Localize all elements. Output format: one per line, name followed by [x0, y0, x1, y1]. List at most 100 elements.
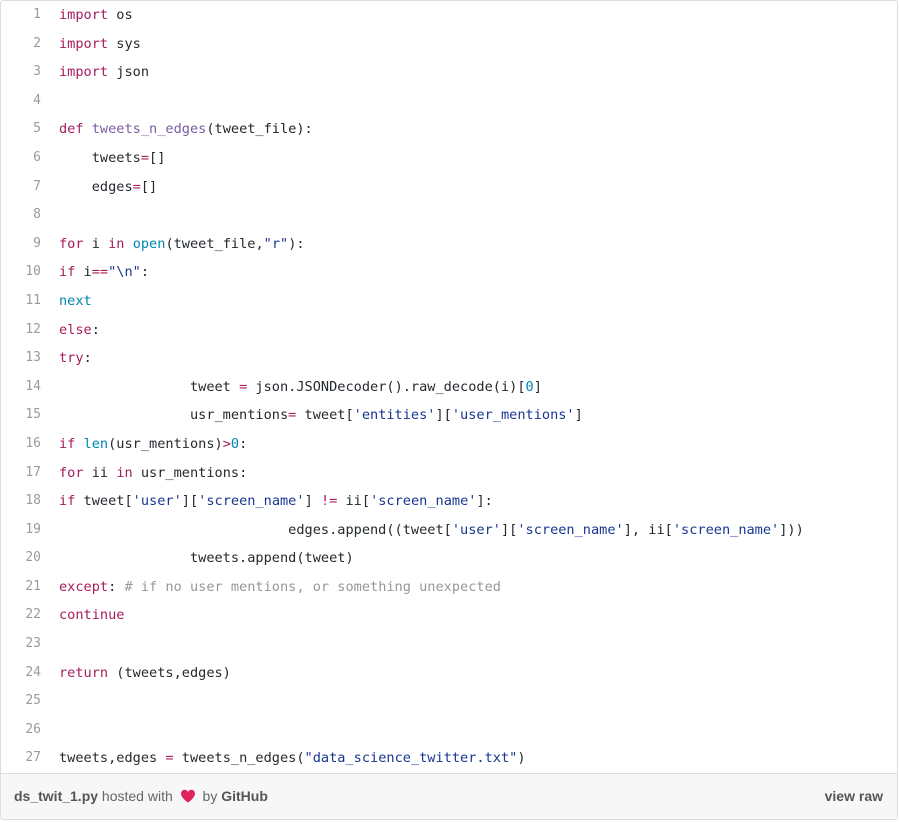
github-link[interactable]: GitHub: [221, 788, 268, 804]
line-number[interactable]: 19: [1, 516, 41, 545]
code-token: i: [83, 235, 109, 252]
view-raw-link[interactable]: view raw: [825, 774, 883, 819]
code-token: len: [83, 435, 109, 452]
code-token: ])): [779, 521, 804, 538]
code-token: ], ii[: [623, 521, 673, 538]
code-line: 9 for i in open(tweet_file,"r"):: [1, 230, 897, 259]
code-token: tweets,edges: [59, 750, 166, 767]
gist-embed: 1 import os 2 import sys 3 import json 4 5 def t…: [0, 0, 898, 820]
code-line: 4: [1, 87, 897, 116]
code-token: =: [165, 750, 174, 767]
line-number[interactable]: 22: [1, 601, 41, 630]
code-token: 'screen_name': [672, 521, 780, 538]
code-token: (tweet_file):: [206, 121, 313, 138]
gist-filename-link[interactable]: ds_twit_1.py: [14, 788, 98, 804]
line-number[interactable]: 17: [1, 459, 41, 488]
line-number[interactable]: 9: [1, 230, 41, 259]
line-number[interactable]: 14: [1, 373, 41, 402]
code-line: 11 next: [1, 287, 897, 316]
code-text: except: # if no user mentions, or someth…: [59, 573, 501, 602]
line-number[interactable]: 11: [1, 287, 41, 316]
code-line: 25: [1, 687, 897, 716]
code-token: tweet: [59, 378, 240, 395]
code-token: json: [108, 64, 150, 81]
code-token: def: [59, 121, 84, 138]
line-number[interactable]: 12: [1, 316, 41, 345]
line-number[interactable]: 4: [1, 87, 41, 116]
code-line: 22 continue: [1, 601, 897, 630]
line-number[interactable]: 21: [1, 573, 41, 602]
code-token: continue: [59, 607, 125, 624]
code-token: for: [59, 464, 84, 481]
code-token: return: [59, 664, 109, 681]
code-text: usr_mentions= tweet['entities']['user_me…: [59, 401, 583, 430]
line-number[interactable]: 7: [1, 173, 41, 202]
line-number[interactable]: 10: [1, 258, 41, 287]
code-token: >: [222, 435, 231, 452]
line-number[interactable]: 26: [1, 716, 41, 745]
line-number[interactable]: 20: [1, 544, 41, 573]
code-token: 'user_mentions': [451, 407, 575, 424]
code-line: 2 import sys: [1, 30, 897, 59]
code-text: import os: [59, 1, 133, 30]
code-line: 21 except: # if no user mentions, or some…: [1, 573, 897, 602]
line-number[interactable]: 13: [1, 344, 41, 373]
code-text: for ii in usr_mentions:: [59, 459, 247, 488]
code-token: 0: [230, 435, 240, 452]
line-number[interactable]: 2: [1, 30, 41, 59]
code-text: import json: [59, 58, 149, 87]
code-token: ii: [83, 464, 117, 481]
line-number[interactable]: 23: [1, 630, 41, 659]
code-token: 0: [525, 378, 534, 395]
gist-meta: ds_twit_1.py hosted with by GitHub: [14, 774, 268, 819]
line-number[interactable]: 24: [1, 659, 41, 688]
code-token: 'entities': [353, 407, 436, 424]
code-text: tweets.append(tweet): [59, 544, 354, 573]
code-token: edges: [59, 178, 133, 195]
line-number[interactable]: 16: [1, 430, 41, 459]
line-number[interactable]: 6: [1, 144, 41, 173]
code-token: except: [59, 578, 109, 595]
code-token: (usr_mentions): [108, 435, 223, 452]
code-token: ):: [288, 235, 305, 252]
code-line: 16 if len(usr_mentions)>0:: [1, 430, 897, 459]
code-token: []: [140, 178, 158, 195]
code-token: sys: [108, 35, 141, 52]
code-token: in: [116, 464, 133, 481]
code-token: ==: [91, 264, 109, 281]
code-token: import: [59, 64, 109, 81]
code-text: tweets=[]: [59, 144, 166, 173]
code-token: os: [108, 7, 133, 23]
code-token: usr_mentions:: [132, 464, 248, 481]
code-token: # if no user mentions, or something unex…: [124, 578, 501, 595]
code-token: (tweets,edges): [108, 664, 231, 681]
code-line: 17 for ii in usr_mentions:: [1, 459, 897, 488]
line-number[interactable]: 15: [1, 401, 41, 430]
code-token: "r": [263, 235, 289, 252]
code-token: json.JSONDecoder().raw_decode(i)[: [247, 378, 526, 395]
line-number[interactable]: 1: [1, 1, 41, 30]
code-token: next: [59, 292, 92, 309]
line-number[interactable]: 3: [1, 58, 41, 87]
code-text: if i=="\n":: [59, 258, 149, 287]
code-token: if: [59, 264, 76, 281]
code-line: 24 return (tweets,edges): [1, 659, 897, 688]
line-number[interactable]: 27: [1, 744, 41, 773]
code-token: ]: [304, 493, 321, 510]
code-token: tweets: [59, 149, 141, 166]
heart-icon: [180, 789, 195, 803]
line-number[interactable]: 8: [1, 201, 41, 230]
code-line: 23: [1, 630, 897, 659]
line-number[interactable]: 5: [1, 115, 41, 144]
code-text: try:: [59, 344, 92, 373]
line-number[interactable]: 25: [1, 687, 41, 716]
code-token: :: [140, 264, 150, 281]
code-token: :: [91, 321, 100, 338]
line-number[interactable]: 18: [1, 487, 41, 516]
code-token: ii[: [337, 493, 371, 510]
code-token: ]:: [476, 493, 493, 510]
code-token: "data_science_twitter.txt": [304, 750, 518, 767]
